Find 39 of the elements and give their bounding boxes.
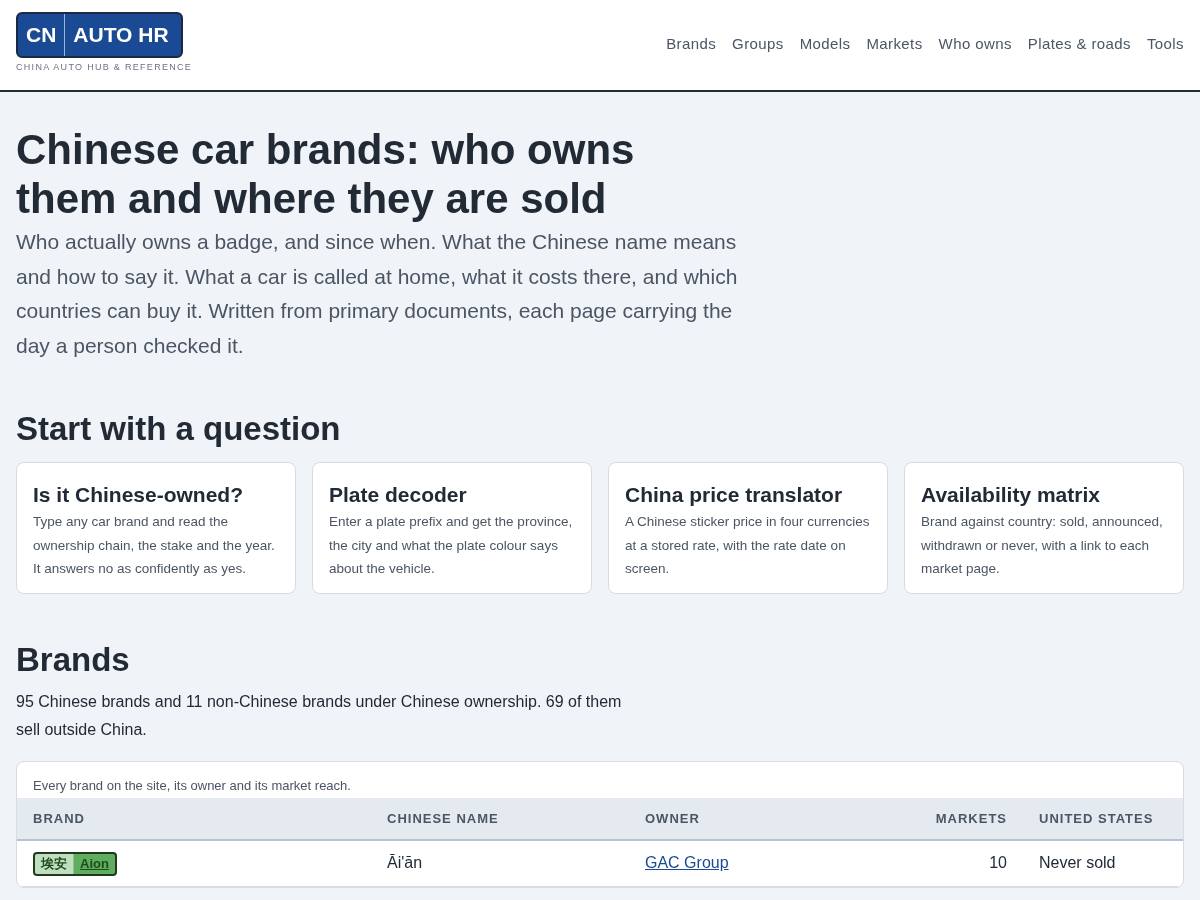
tagline: CHINA AUTO HUB & REFERENCE [16,61,193,74]
logo[interactable]: CN AUTO HR [16,12,183,58]
card-title: China price translator [625,482,844,508]
table-caption: Every brand on the site, its owner and its market reach. [32,777,352,795]
nav-link[interactable]: Models [799,33,851,56]
question-card[interactable]: Availability matrix Brand against country: sold, announced, withdrawn or never, with a link to each market page. [904,462,1184,594]
card-title: Plate decoder [329,482,468,508]
question-card[interactable]: China price translator A Chinese sticker price in four currencies at a stored rate, with the rate date on screen. [608,462,888,594]
logo-text: AUTO HR [72,22,170,49]
summary-text: 95 Chinese brands and 11 non-Chinese brands under Chinese ownership. 69 of them sell outside China. [16,692,623,740]
card-text: Enter a plate prefix and get the province, the city and what the plate colour says about the vehicle. [329,513,574,578]
question-card[interactable]: Is it Chinese-owned? Type any car brand and read the ownership chain, the stake and the year. It answers no as confidently as yes. [16,462,296,594]
question-card[interactable]: Plate decoder Enter a plate prefix and get the province, the city and what the plate colour says about the vehicle. [312,462,592,594]
nav-link[interactable]: Markets [866,33,923,56]
card-title: Availability matrix [921,482,1101,508]
table-cell: Āi'ān [371,840,629,886]
nav-link[interactable]: Plates & roads [1027,33,1131,56]
section-heading: Start with a question [16,409,342,449]
column-header: CHINESE NAME [371,797,629,840]
nav-link[interactable]: Brands [666,33,717,56]
section-heading: Brands [16,640,131,680]
page-title: Chinese car brands: who owns them and where they are sold [16,125,636,223]
nav-link[interactable]: Tools [1146,33,1184,56]
intro-paragraph: Who actually owns a badge, and since when. What the Chinese name means and how to say it. What a car is called at home, what it costs there, and which countries can buy it. Written from primary documents, each page carrying the day a person checked it. [16,229,739,359]
table-cell: 10 [879,840,1023,886]
column-header: BRAND [17,797,371,840]
owner-link[interactable]: GAC Group [645,854,729,872]
column-header: UNITED STATES [1023,797,1183,840]
brand-badge[interactable]: 埃安 Aion [33,852,117,876]
card-text: Type any car brand and read the ownership chain, the stake and the year. It answers no as confidently as yes. [33,513,276,578]
table-cell: Never sold [1023,840,1183,886]
logo-text: CN [18,14,66,56]
nav-link[interactable]: Groups [732,33,784,56]
nav-link[interactable]: Who owns [938,33,1012,56]
column-header: OWNER [629,797,879,840]
column-header: MARKETS [879,797,1023,840]
card-text: Brand against country: sold, announced, withdrawn or never, with a link to each market page. [921,513,1164,578]
card-title: Is it Chinese-owned? [33,482,245,508]
card-text: A Chinese sticker price in four currencies at a stored rate, with the rate date on screen. [625,513,871,578]
